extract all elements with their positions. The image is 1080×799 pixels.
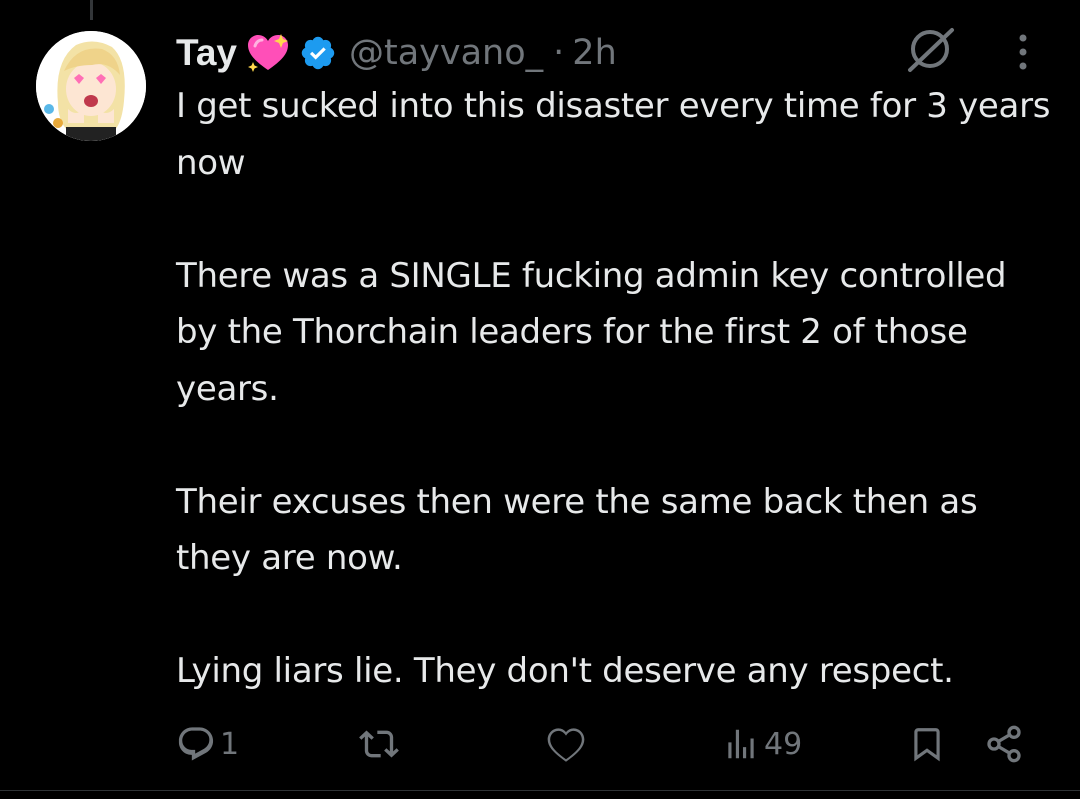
views-button[interactable]: 49 [722,724,802,764]
reply-count: 1 [220,726,240,762]
like-button[interactable] [546,724,590,764]
share-icon [987,725,1021,763]
avatar[interactable] [36,31,146,141]
tweet-timestamp[interactable]: 2h [572,33,616,73]
share-button[interactable] [984,724,1024,764]
tweet-paragraph: Their excuses then were the same back th… [176,481,978,579]
views-icon [728,729,754,759]
reply-button[interactable]: 1 [176,724,239,764]
divider [0,790,1080,791]
retweet-icon [359,730,399,758]
tweet-paragraph: Lying liars lie. They don't deserve any … [176,651,954,691]
tweet-header: Tay @tayvano_ · 2h [176,24,617,82]
thread-connector-line [90,0,93,20]
author-handle[interactable]: @tayvano_ [349,33,543,73]
reply-icon [178,727,214,761]
grok-icon[interactable] [902,24,958,74]
retweet-button[interactable] [358,724,404,764]
bookmark-button[interactable] [908,724,946,764]
sparkling-heart-icon [248,34,289,72]
author-name[interactable]: Tay [176,32,237,74]
verified-badge-icon[interactable] [299,34,337,72]
tweet-text: I get sucked into this disaster every ti… [176,78,1056,700]
tweet-actions-bar: 1 49 [0,718,1080,768]
bookmark-icon [914,728,940,762]
views-count: 49 [764,726,803,762]
tweet-paragraph: I get sucked into this disaster every ti… [176,86,1051,183]
more-icon[interactable] [1012,32,1034,72]
header-separator: · [553,33,565,73]
avatar-illustration [36,31,146,141]
heart-icon [547,728,585,762]
tweet-paragraph: There was a SINGLE fucking admin key con… [176,255,1007,409]
